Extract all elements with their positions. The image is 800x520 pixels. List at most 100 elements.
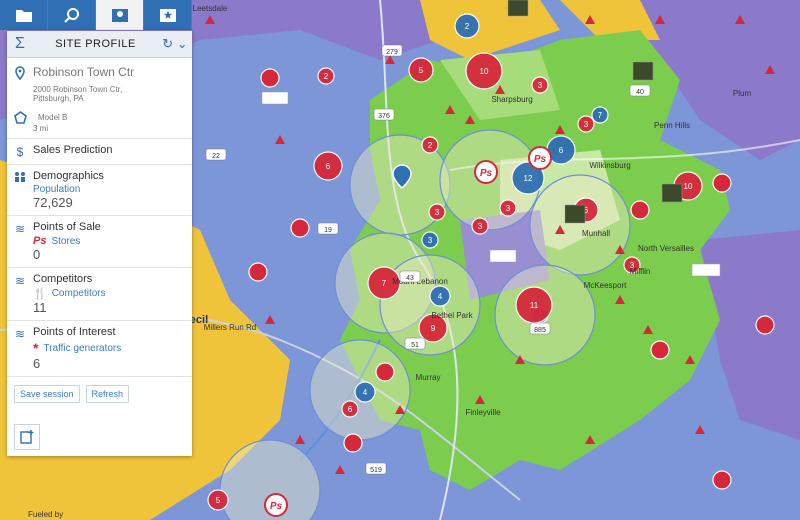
cluster-count: 10: [480, 67, 489, 76]
stores-value: 0: [33, 247, 41, 262]
add-note-button[interactable]: [14, 424, 40, 450]
competitor-logo: [632, 61, 654, 81]
cluster-count: 3: [478, 222, 483, 231]
panel-buttons: Save session Refresh: [7, 376, 192, 411]
place-label: Murray: [416, 373, 441, 382]
dollar-icon: $: [16, 145, 24, 159]
store-poi-marker: [630, 200, 650, 220]
cluster-count: 3: [506, 204, 511, 213]
sales-prediction-section[interactable]: $ Sales Prediction: [7, 139, 192, 165]
population-link[interactable]: Population: [33, 184, 192, 195]
place-label: Sharpsburg: [491, 95, 532, 104]
traffic-generators-link[interactable]: Traffic generators: [43, 343, 121, 354]
site-section: Robinson Town Ctr 2000 Robinson Town Ctr…: [7, 58, 192, 139]
cluster-count: 3: [428, 236, 433, 245]
cluster-count: 12: [524, 174, 533, 183]
competitor-logo: [661, 183, 683, 203]
sales-prediction-label: Sales Prediction: [33, 144, 113, 156]
site-name: Robinson Town Ctr: [33, 65, 135, 79]
tab-site[interactable]: [96, 0, 144, 30]
place-label: Plum: [733, 89, 752, 98]
points-of-interest-title: Points of Interest: [33, 326, 116, 338]
ps-store-label: Ps: [270, 501, 283, 512]
layers-icon: ≋: [14, 327, 26, 341]
competitor-marker: [712, 470, 732, 490]
place-label: Leetsdale: [193, 4, 228, 13]
cluster-count: 2: [324, 72, 329, 81]
cluster-count: 3: [435, 208, 440, 217]
competitor-logo: [261, 91, 289, 105]
layers-icon: ≋: [14, 274, 26, 288]
map-star-icon: [159, 9, 176, 22]
site-profile-panel: Σ SITE PROFILE ↻ ⌄ Robinson Town Ctr 200…: [7, 31, 192, 456]
ps-store-label: Ps: [534, 154, 547, 165]
cluster-count: 7: [598, 111, 603, 120]
layers-icon: ≋: [14, 222, 26, 236]
place-label: Penn Hills: [654, 121, 690, 130]
competitor-logo: [507, 0, 529, 17]
route-label: 376: [378, 113, 390, 120]
demographics-section: Demographics Population 72,629: [7, 165, 192, 216]
cluster-count: 7: [382, 279, 387, 288]
route-label: 22: [212, 153, 220, 160]
route-label: 40: [636, 89, 644, 96]
cluster-count: 6: [348, 405, 353, 414]
place-label: Mifflin: [630, 267, 651, 276]
ps-logo-icon: Ps: [33, 235, 47, 247]
points-of-sale-title: Points of Sale: [33, 221, 101, 233]
people-icon: [14, 172, 25, 182]
cluster-count: 4: [438, 292, 443, 301]
competitor-logo: [564, 204, 586, 224]
competitor-marker: [343, 433, 363, 453]
refresh-button[interactable]: Refresh: [85, 385, 130, 403]
cluster-count: 3: [538, 81, 543, 90]
panel-header: Σ SITE PROFILE ↻ ⌄: [7, 31, 192, 58]
add-document-icon: [20, 430, 34, 444]
route-label: 43: [406, 275, 414, 282]
competitor-marker: [650, 340, 670, 360]
traffic-generators-value: 6: [33, 356, 41, 371]
place-label: Wilkinsburg: [589, 161, 630, 170]
population-value: 72,629: [33, 195, 73, 210]
search-icon: [63, 8, 79, 23]
save-session-button[interactable]: Save session: [14, 385, 80, 403]
tab-folder[interactable]: [0, 0, 48, 30]
cluster-count: 4: [363, 388, 368, 397]
pentagon-icon: [13, 111, 27, 124]
tab-map[interactable]: [144, 0, 192, 30]
location-icon: [15, 66, 25, 80]
route-label: 885: [534, 327, 546, 334]
points-of-interest-section: ≋ Points of Interest * Traffic generator…: [7, 321, 192, 376]
route-label: 519: [370, 467, 382, 474]
fork-knife-icon: 🍴: [33, 288, 47, 300]
cluster-count: 6: [326, 162, 331, 171]
route-label: 51: [411, 342, 419, 349]
ps-store-label: Ps: [480, 168, 493, 179]
refresh-dropdown-icon[interactable]: ↻ ⌄: [158, 36, 192, 52]
competitor-marker: [755, 315, 775, 335]
cluster-count: 10: [684, 182, 693, 191]
site-address-line1: 2000 Robinson Town Ctr,: [33, 85, 123, 94]
map-footer: Fueled by: [28, 510, 63, 519]
stores-link[interactable]: Stores: [51, 236, 80, 247]
competitors-title: Competitors: [33, 273, 93, 285]
cluster-count: 2: [465, 22, 470, 31]
model-name: Model B: [38, 113, 68, 122]
competitor-logo: [489, 249, 517, 263]
store-poi-marker: [260, 68, 280, 88]
tab-search[interactable]: [48, 0, 96, 30]
trade-area-circle: [529, 174, 631, 276]
competitors-link[interactable]: Competitors: [52, 288, 106, 299]
place-label: McKeesport: [584, 281, 627, 290]
cluster-count: 6: [559, 146, 564, 155]
competitor-marker: [248, 262, 268, 282]
site-address-line2: Pittsburgh, PA: [33, 94, 84, 103]
place-label: North Versailles: [638, 244, 694, 253]
place-label: Millers Run Rd: [204, 323, 256, 332]
cluster-count: 5: [419, 66, 424, 75]
demographics-title: Demographics: [33, 170, 104, 182]
map-pin-icon: [111, 9, 128, 22]
route-label: 19: [324, 227, 332, 234]
competitor-logo: [691, 263, 721, 277]
competitor-marker: [290, 218, 310, 238]
